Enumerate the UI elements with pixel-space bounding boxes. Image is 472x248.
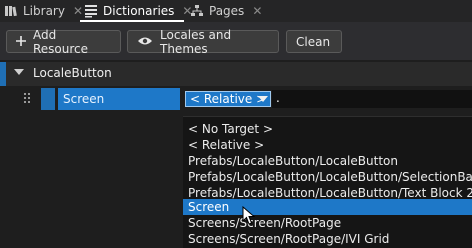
plus-icon [16, 35, 26, 49]
eye-icon [137, 35, 153, 49]
tab-label: Pages [209, 4, 245, 18]
section-title: LocaleButton [33, 66, 112, 80]
close-icon[interactable]: ✕ [252, 4, 262, 18]
dropdown-option[interactable]: Screens/Screen/RootPage/IVI Grid [183, 231, 472, 247]
dropdown-option[interactable]: < No Target > [183, 121, 472, 137]
property-name: Screen [58, 88, 180, 110]
drag-handle-icon[interactable] [24, 93, 32, 105]
dictionaries-icon [84, 4, 98, 18]
tab-pages[interactable]: Pages ✕ [190, 0, 262, 22]
section-accent [0, 62, 6, 86]
tab-dictionaries[interactable]: Dictionaries ✕ [84, 0, 192, 22]
property-row[interactable]: Screen < Relative > . [0, 88, 472, 110]
dropdown-option[interactable]: Prefabs/LocaleButton/LocaleButton/Select… [183, 169, 472, 185]
add-resource-button[interactable]: Add Resource [6, 27, 121, 56]
tab-label: Dictionaries [103, 4, 175, 18]
dropdown-option[interactable]: < Relative > [183, 137, 472, 153]
dropdown-option-selected[interactable]: Screen [183, 199, 472, 215]
library-icon [4, 4, 18, 18]
section-header[interactable]: LocaleButton [0, 62, 472, 86]
chevron-down-icon[interactable] [14, 69, 24, 75]
tab-bar: Library ✕ Dictionaries ✕ Pages ✕ [0, 0, 472, 22]
dropdown-option[interactable]: Screens/Screen/RootPage [183, 215, 472, 231]
value-input[interactable]: . [272, 90, 472, 108]
button-label: Add Resource [33, 27, 89, 56]
target-dropdown-list: < No Target > < Relative > Prefabs/Local… [183, 116, 472, 248]
tab-label: Library [23, 4, 65, 18]
button-label: Clean [296, 34, 331, 49]
clean-button[interactable]: Clean [286, 30, 342, 53]
tab-library[interactable]: Library ✕ [4, 0, 83, 22]
row-indicator [41, 88, 55, 110]
close-icon[interactable]: ✕ [73, 4, 83, 18]
toolbar: Add Resource Locales and Themes Clean [0, 22, 472, 60]
pages-icon [190, 4, 204, 18]
locales-and-themes-button[interactable]: Locales and Themes [127, 27, 279, 56]
dropdown-caret-icon[interactable] [258, 96, 268, 102]
mouse-cursor-icon [242, 205, 256, 226]
dropdown-option[interactable]: Prefabs/LocaleButton/LocaleButton [183, 153, 472, 169]
button-label: Locales and Themes [160, 27, 232, 56]
